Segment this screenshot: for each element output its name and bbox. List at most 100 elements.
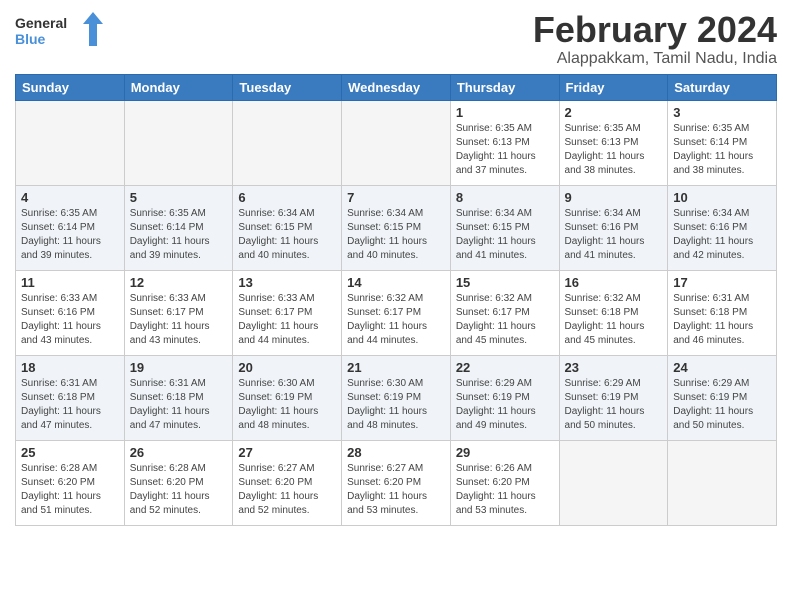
calendar-cell: 17 Sunrise: 6:31 AM Sunset: 6:18 PM Dayli…: [668, 270, 777, 355]
day-info: Sunrise: 6:30 AM Sunset: 6:19 PM Dayligh…: [347, 377, 445, 433]
day-info: Sunrise: 6:34 AM Sunset: 6:16 PM Dayligh…: [565, 207, 663, 263]
day-number: 21: [347, 360, 445, 375]
day-number: 5: [130, 190, 228, 205]
day-number: 14: [347, 275, 445, 290]
day-number: 9: [565, 190, 663, 205]
day-number: 26: [130, 445, 228, 460]
calendar-cell: 27 Sunrise: 6:27 AM Sunset: 6:20 PM Dayli…: [233, 440, 342, 525]
week-row-1: 1 Sunrise: 6:35 AM Sunset: 6:13 PM Daylig…: [16, 100, 777, 185]
day-info: Sunrise: 6:33 AM Sunset: 6:17 PM Dayligh…: [130, 292, 228, 348]
day-number: 28: [347, 445, 445, 460]
day-info: Sunrise: 6:26 AM Sunset: 6:20 PM Dayligh…: [456, 462, 554, 518]
day-info: Sunrise: 6:33 AM Sunset: 6:16 PM Dayligh…: [21, 292, 119, 348]
header: General Blue February 2024 Alappakkam, T…: [15, 10, 777, 68]
calendar-cell: 6 Sunrise: 6:34 AM Sunset: 6:15 PM Daylig…: [233, 185, 342, 270]
day-number: 2: [565, 105, 663, 120]
calendar-cell: 26 Sunrise: 6:28 AM Sunset: 6:20 PM Dayli…: [124, 440, 233, 525]
day-number: 19: [130, 360, 228, 375]
day-info: Sunrise: 6:29 AM Sunset: 6:19 PM Dayligh…: [673, 377, 771, 433]
calendar-cell: 23Sunrise: 6:29 AM Sunset: 6:19 PM Dayli…: [559, 355, 668, 440]
title-area: February 2024 Alappakkam, Tamil Nadu, In…: [533, 10, 777, 68]
day-number: 1: [456, 105, 554, 120]
col-tuesday: Tuesday: [233, 74, 342, 100]
calendar-cell: 24 Sunrise: 6:29 AM Sunset: 6:19 PM Dayli…: [668, 355, 777, 440]
calendar-cell: 3 Sunrise: 6:35 AM Sunset: 6:14 PM Daylig…: [668, 100, 777, 185]
calendar-cell: [559, 440, 668, 525]
svg-text:Blue: Blue: [15, 31, 46, 47]
calendar-cell: 5 Sunrise: 6:35 AM Sunset: 6:14 PM Daylig…: [124, 185, 233, 270]
day-info: Sunrise: 6:28 AM Sunset: 6:20 PM Dayligh…: [130, 462, 228, 518]
calendar-table: Sunday Monday Tuesday Wednesday Thursday…: [15, 74, 777, 526]
day-info: Sunrise: 6:29 AM Sunset: 6:19 PM Dayligh…: [565, 377, 663, 433]
day-info: Sunrise: 6:34 AM Sunset: 6:15 PM Dayligh…: [347, 207, 445, 263]
calendar-cell: 14 Sunrise: 6:32 AM Sunset: 6:17 PM Dayli…: [342, 270, 451, 355]
calendar-cell: 7 Sunrise: 6:34 AM Sunset: 6:15 PM Daylig…: [342, 185, 451, 270]
day-info: Sunrise: 6:29 AM Sunset: 6:19 PM Dayligh…: [456, 377, 554, 433]
day-info: Sunrise: 6:27 AM Sunset: 6:20 PM Dayligh…: [238, 462, 336, 518]
calendar-title: February 2024: [533, 10, 777, 50]
calendar-subtitle: Alappakkam, Tamil Nadu, India: [533, 50, 777, 68]
day-info: Sunrise: 6:34 AM Sunset: 6:16 PM Dayligh…: [673, 207, 771, 263]
day-info: Sunrise: 6:35 AM Sunset: 6:14 PM Dayligh…: [21, 207, 119, 263]
header-row: Sunday Monday Tuesday Wednesday Thursday…: [16, 74, 777, 100]
calendar-cell: 16Sunrise: 6:32 AM Sunset: 6:18 PM Dayli…: [559, 270, 668, 355]
calendar-cell: 20 Sunrise: 6:30 AM Sunset: 6:19 PM Dayli…: [233, 355, 342, 440]
day-number: 7: [347, 190, 445, 205]
day-info: Sunrise: 6:35 AM Sunset: 6:13 PM Dayligh…: [456, 122, 554, 178]
calendar-cell: 22 Sunrise: 6:29 AM Sunset: 6:19 PM Dayli…: [450, 355, 559, 440]
day-info: Sunrise: 6:27 AM Sunset: 6:20 PM Dayligh…: [347, 462, 445, 518]
day-info: Sunrise: 6:34 AM Sunset: 6:15 PM Dayligh…: [238, 207, 336, 263]
day-info: Sunrise: 6:31 AM Sunset: 6:18 PM Dayligh…: [673, 292, 771, 348]
col-saturday: Saturday: [668, 74, 777, 100]
day-number: 10: [673, 190, 771, 205]
calendar-cell: [233, 100, 342, 185]
day-info: Sunrise: 6:32 AM Sunset: 6:18 PM Dayligh…: [565, 292, 663, 348]
calendar-cell: 1 Sunrise: 6:35 AM Sunset: 6:13 PM Daylig…: [450, 100, 559, 185]
day-number: 6: [238, 190, 336, 205]
day-number: 29: [456, 445, 554, 460]
calendar-cell: 10 Sunrise: 6:34 AM Sunset: 6:16 PM Dayli…: [668, 185, 777, 270]
svg-text:General: General: [15, 15, 67, 31]
day-number: 8: [456, 190, 554, 205]
day-number: 3: [673, 105, 771, 120]
week-row-3: 11 Sunrise: 6:33 AM Sunset: 6:16 PM Dayli…: [16, 270, 777, 355]
col-friday: Friday: [559, 74, 668, 100]
week-row-2: 4 Sunrise: 6:35 AM Sunset: 6:14 PM Daylig…: [16, 185, 777, 270]
day-info: Sunrise: 6:33 AM Sunset: 6:17 PM Dayligh…: [238, 292, 336, 348]
day-info: Sunrise: 6:35 AM Sunset: 6:13 PM Dayligh…: [565, 122, 663, 178]
day-number: 22: [456, 360, 554, 375]
calendar-cell: 28 Sunrise: 6:27 AM Sunset: 6:20 PM Dayli…: [342, 440, 451, 525]
day-number: 17: [673, 275, 771, 290]
day-number: 24: [673, 360, 771, 375]
calendar-cell: [124, 100, 233, 185]
day-number: 20: [238, 360, 336, 375]
day-number: 12: [130, 275, 228, 290]
calendar-cell: 29 Sunrise: 6:26 AM Sunset: 6:20 PM Dayli…: [450, 440, 559, 525]
day-info: Sunrise: 6:35 AM Sunset: 6:14 PM Dayligh…: [673, 122, 771, 178]
calendar-cell: 25 Sunrise: 6:28 AM Sunset: 6:20 PM Dayli…: [16, 440, 125, 525]
week-row-5: 25 Sunrise: 6:28 AM Sunset: 6:20 PM Dayli…: [16, 440, 777, 525]
calendar-cell: 13Sunrise: 6:33 AM Sunset: 6:17 PM Dayli…: [233, 270, 342, 355]
col-monday: Monday: [124, 74, 233, 100]
day-info: Sunrise: 6:32 AM Sunset: 6:17 PM Dayligh…: [347, 292, 445, 348]
day-info: Sunrise: 6:32 AM Sunset: 6:17 PM Dayligh…: [456, 292, 554, 348]
calendar-cell: 12 Sunrise: 6:33 AM Sunset: 6:17 PM Dayli…: [124, 270, 233, 355]
day-info: Sunrise: 6:28 AM Sunset: 6:20 PM Dayligh…: [21, 462, 119, 518]
day-number: 27: [238, 445, 336, 460]
calendar-cell: [668, 440, 777, 525]
day-info: Sunrise: 6:30 AM Sunset: 6:19 PM Dayligh…: [238, 377, 336, 433]
day-info: Sunrise: 6:34 AM Sunset: 6:15 PM Dayligh…: [456, 207, 554, 263]
col-sunday: Sunday: [16, 74, 125, 100]
logo-svg: General Blue: [15, 10, 105, 50]
day-info: Sunrise: 6:35 AM Sunset: 6:14 PM Dayligh…: [130, 207, 228, 263]
day-info: Sunrise: 6:31 AM Sunset: 6:18 PM Dayligh…: [130, 377, 228, 433]
col-wednesday: Wednesday: [342, 74, 451, 100]
calendar-cell: 4 Sunrise: 6:35 AM Sunset: 6:14 PM Daylig…: [16, 185, 125, 270]
day-number: 25: [21, 445, 119, 460]
calendar-cell: [342, 100, 451, 185]
calendar-cell: [16, 100, 125, 185]
day-number: 4: [21, 190, 119, 205]
calendar-cell: 19 Sunrise: 6:31 AM Sunset: 6:18 PM Dayli…: [124, 355, 233, 440]
calendar-cell: 11 Sunrise: 6:33 AM Sunset: 6:16 PM Dayli…: [16, 270, 125, 355]
day-number: 11: [21, 275, 119, 290]
